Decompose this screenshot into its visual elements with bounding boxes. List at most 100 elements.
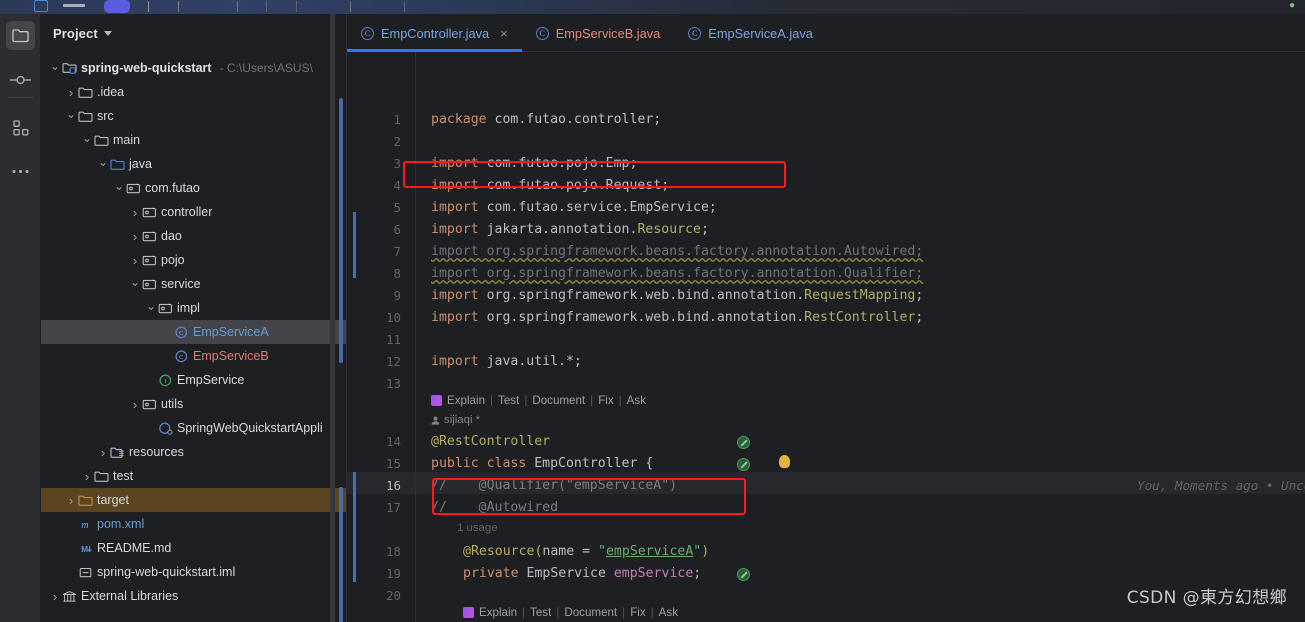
- services-icon[interactable]: [404, 1, 405, 12]
- commit-tool-icon[interactable]: [6, 65, 35, 94]
- project-scrollbar-thumb-bottom[interactable]: [339, 487, 343, 622]
- ai-action-document[interactable]: Document: [532, 394, 585, 407]
- project-tree[interactable]: ⌄ spring-web-quickstart - C:\Users\ASUS\ ›.…: [41, 52, 346, 608]
- chevron-right-icon[interactable]: ›: [97, 445, 109, 460]
- tree-node-empservicea[interactable]: C EmpServiceA: [41, 320, 346, 344]
- chevron-down-icon[interactable]: ⌄: [113, 180, 125, 194]
- token-semicolon: ;: [700, 222, 709, 237]
- chevron-right-icon[interactable]: ›: [129, 397, 141, 412]
- tree-node-label: spring-web-quickstart.iml: [97, 565, 236, 579]
- ai-action-explain[interactable]: Explain: [447, 394, 485, 407]
- chevron-right-icon[interactable]: ›: [81, 469, 93, 484]
- chevron-right-icon[interactable]: ›: [129, 229, 141, 244]
- menu-hamburger-icon[interactable]: [63, 4, 85, 7]
- chevron-right-icon[interactable]: ›: [129, 253, 141, 268]
- chevron-down-icon[interactable]: ⌄: [65, 108, 77, 122]
- ai-action-fix[interactable]: Fix: [598, 394, 613, 407]
- tree-node-spring-web-quickstart-iml[interactable]: spring-web-quickstart.iml: [41, 560, 346, 584]
- project-panel-header[interactable]: Project: [41, 14, 346, 52]
- run-icon[interactable]: [148, 1, 149, 12]
- editor-tab-empservicea[interactable]: C EmpServiceA.java: [674, 14, 827, 52]
- chevron-down-icon[interactable]: [103, 30, 112, 36]
- tree-node-empservice[interactable]: I EmpService: [41, 368, 346, 392]
- chevron-down-icon[interactable]: ⌄: [49, 60, 61, 74]
- run-gutter-icon[interactable]: [737, 436, 750, 449]
- debug-icon[interactable]: [178, 1, 179, 12]
- chevron-right-icon[interactable]: ›: [129, 205, 141, 220]
- tree-node-label: resources: [129, 445, 184, 459]
- inlay-separator: |: [618, 394, 622, 407]
- tree-node-service[interactable]: ⌄ service: [41, 272, 346, 296]
- tree-node-pom-xml[interactable]: m pom.xml: [41, 512, 346, 536]
- ai-action-document[interactable]: Document: [564, 606, 617, 619]
- tree-node-label: pom.xml: [97, 517, 145, 531]
- token-package: org.springframework.web.bind.annotation.: [478, 288, 805, 303]
- structure-tool-icon[interactable]: [6, 113, 35, 142]
- tree-node-empserviceb[interactable]: C EmpServiceB: [41, 344, 346, 368]
- tree-node-dao[interactable]: › dao: [41, 224, 346, 248]
- watermark: CSDN @東方幻想鄉: [1126, 588, 1287, 608]
- tree-node-main[interactable]: ⌄ main: [41, 128, 346, 152]
- chevron-right-icon[interactable]: ›: [65, 493, 77, 508]
- tree-node-utils[interactable]: › utils: [41, 392, 346, 416]
- tree-node-springwebquickstartappli[interactable]: SpringWebQuickstartAppli: [41, 416, 346, 440]
- ai-action-explain[interactable]: Explain: [479, 606, 517, 619]
- tree-node-resources[interactable]: › resources: [41, 440, 346, 464]
- tree-node-java[interactable]: ⌄ java: [41, 152, 346, 176]
- project-scrollbar-thumb-top[interactable]: [339, 98, 343, 363]
- code-editor[interactable]: 12345678910111213141516171819202122 pack…: [347, 52, 1305, 622]
- tree-node-test[interactable]: › test: [41, 464, 346, 488]
- token-string-value[interactable]: empServiceA: [606, 544, 693, 559]
- close-icon[interactable]: ×: [500, 26, 508, 41]
- inlay-separator: |: [650, 606, 654, 619]
- git-author-inlay-class[interactable]: sijiaqi *: [431, 414, 480, 426]
- tree-node-src[interactable]: ⌄ src: [41, 104, 346, 128]
- chevron-right-icon[interactable]: ›: [65, 85, 77, 100]
- tree-node-idea[interactable]: › .idea: [41, 80, 346, 104]
- stop-icon[interactable]: [266, 1, 267, 12]
- spring-bean-gutter-icon[interactable]: [737, 568, 750, 581]
- more-icon[interactable]: [350, 1, 351, 12]
- line-number-6: 6: [393, 222, 401, 237]
- tree-node-external-libraries[interactable]: › External Libraries: [41, 584, 346, 608]
- chevron-down-icon[interactable]: ⌄: [81, 132, 93, 146]
- tree-node-com-futao[interactable]: ⌄ com.futao: [41, 176, 346, 200]
- vcs-change-marker-imports[interactable]: [353, 212, 356, 278]
- tree-node-impl[interactable]: ⌄ impl: [41, 296, 346, 320]
- search-everywhere-icon[interactable]: ●: [1289, 0, 1295, 11]
- chevron-down-icon[interactable]: ⌄: [129, 276, 141, 290]
- svg-text:C: C: [179, 354, 183, 361]
- profiler-icon[interactable]: [237, 1, 238, 12]
- project-tool-icon[interactable]: [6, 21, 35, 50]
- ai-action-ask[interactable]: Ask: [659, 606, 678, 619]
- coverage-icon[interactable]: [296, 1, 297, 12]
- inline-git-blame[interactable]: You, Moments ago • Uncommitted changes: [1137, 478, 1305, 493]
- ai-actions-inlay-method[interactable]: Explain | Test | Document | Fix | Ask: [463, 606, 678, 619]
- editor-tab-empcontroller[interactable]: C EmpController.java ×: [347, 14, 522, 52]
- chevron-right-icon[interactable]: ›: [49, 589, 61, 604]
- chevron-down-icon[interactable]: ⌄: [97, 156, 109, 170]
- vcs-change-marker-field[interactable]: [353, 472, 356, 582]
- ai-action-test[interactable]: Test: [530, 606, 551, 619]
- intention-bulb-icon[interactable]: [779, 455, 790, 468]
- tree-node-readme-md[interactable]: M README.md: [41, 536, 346, 560]
- more-tool-windows-icon[interactable]: [6, 157, 35, 186]
- inlay-separator: |: [622, 606, 626, 619]
- tree-node-target[interactable]: › target: [41, 488, 346, 512]
- chevron-down-icon[interactable]: ⌄: [145, 300, 157, 314]
- tree-node-controller[interactable]: › controller: [41, 200, 346, 224]
- usage-count-inlay[interactable]: 1 usage: [457, 522, 498, 534]
- editor-tabs[interactable]: C EmpController.java × C EmpServiceB.java C Em…: [347, 14, 1305, 52]
- ai-action-test[interactable]: Test: [498, 394, 519, 407]
- run-config-chip[interactable]: [104, 0, 130, 13]
- code-line-5: import com.futao.service.EmpService;: [431, 200, 717, 215]
- editor-tab-empserviceb[interactable]: C EmpServiceB.java: [522, 14, 675, 52]
- spring-bean-gutter-icon[interactable]: [737, 458, 750, 471]
- tree-node-spring-web-quickstart[interactable]: ⌄ spring-web-quickstart - C:\Users\ASUS\: [41, 56, 346, 80]
- line-number-11: 11: [386, 332, 401, 347]
- ai-actions-inlay-class[interactable]: Explain | Test | Document | Fix | Ask: [431, 394, 646, 407]
- window-square-icon[interactable]: [34, 0, 48, 12]
- ai-action-ask[interactable]: Ask: [627, 394, 646, 407]
- ai-action-fix[interactable]: Fix: [630, 606, 645, 619]
- tree-node-pojo[interactable]: › pojo: [41, 248, 346, 272]
